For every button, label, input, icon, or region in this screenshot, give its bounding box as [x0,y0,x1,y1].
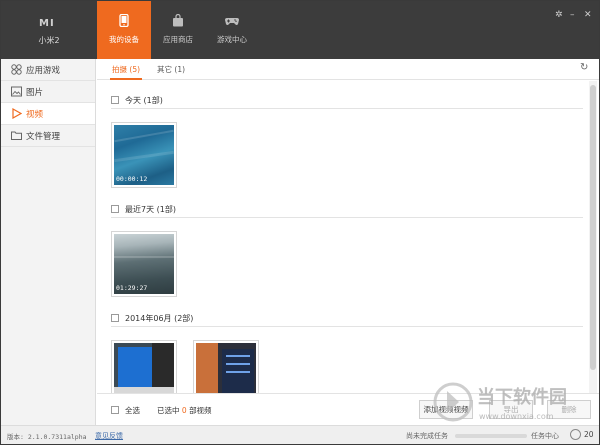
tab-label: 应用商店 [163,35,193,44]
tab-label: 我的设备 [109,35,139,44]
tab-count: (5) [129,65,141,74]
divider [1,146,95,147]
top-bar: MI 小米2 我的设备 应用商店 游戏中心 ✲ – ✕ [1,1,599,59]
selected-count-text: 已选中 0 部视频 [157,405,212,416]
divider [111,108,583,109]
group-checkbox[interactable] [111,96,119,104]
selected-count: 0 [181,406,187,415]
video-thumbnail[interactable] [193,340,259,393]
vertical-scrollbar[interactable] [589,81,597,393]
video-preview: 00:00:12 [114,125,174,185]
group-title: 2014年06月 (2部) [125,314,194,323]
content-panel: 拍摄 (5) 其它 (1) ↻ 今天 (1部) 00:00:12 最近7天 (1… [97,59,599,425]
tab-app-store[interactable]: 应用商店 [151,1,205,59]
active-tab-indicator [110,78,142,80]
tab-label: 拍摄 [112,65,127,74]
shopping-bag-icon [173,14,183,27]
clock-icon [570,429,581,440]
minimize-icon[interactable]: – [570,10,575,20]
close-icon[interactable]: ✕ [584,10,592,20]
select-all-label: 全选 [125,406,140,415]
gamepad-icon [225,18,239,25]
tab-captured[interactable]: 拍摄 (5) [112,64,140,75]
selected-prefix: 已选中 [157,406,180,415]
video-duration: 01:29:27 [116,284,148,292]
image-icon [11,86,22,97]
task-progress-bar [455,434,527,438]
folder-icon [11,131,22,140]
tab-my-devices[interactable]: 我的设备 [97,1,151,59]
sidebar-item-label: 应用游戏 [26,66,61,76]
sidebar-item-videos[interactable]: 视频 [1,103,95,124]
sidebar-item-apps-games[interactable]: 应用游戏 [1,59,95,80]
watermark-url: www.downxia.com [479,412,554,421]
divider [111,326,583,327]
selected-suffix: 部视频 [189,406,212,415]
video-preview: 01:29:27 [114,234,174,294]
sidebar-item-label: 文件管理 [26,132,61,142]
scrollbar-thumb[interactable] [590,85,596,370]
sidebar-item-label: 图片 [26,88,44,98]
watermark-text: 当下软件园 [477,386,567,408]
mi-logo: MI [39,18,55,29]
apps-icon [11,64,22,75]
version-text: 版本: 2.1.0.7311alpha [7,433,87,441]
video-preview [114,343,174,393]
watermark-logo: 当下软件园 www.downxia.com [433,382,567,422]
video-duration: 00:00:12 [116,175,148,183]
group-title: 最近7天 (1部) [125,205,176,214]
task-count[interactable]: 20 [570,428,596,442]
sidebar-item-file-manager[interactable]: 文件管理 [1,125,95,146]
video-thumbnail[interactable]: 01:29:27 [111,231,177,297]
settings-icon[interactable]: ✲ [555,10,563,20]
task-center-link[interactable]: 任务中心 [531,431,559,441]
tab-label: 游戏中心 [217,35,247,44]
feedback-link[interactable]: 意见反馈 [95,431,123,441]
sidebar-item-pictures[interactable]: 图片 [1,81,95,102]
group-title: 今天 (1部) [125,96,163,105]
task-count-number: 20 [584,430,594,439]
app-window: MI 小米2 我的设备 应用商店 游戏中心 ✲ – ✕ 应用游戏 图片 视频 文… [0,0,600,445]
phone-icon [119,14,129,27]
video-list: 今天 (1部) 00:00:12 最近7天 (1部) 01:29:27 2014… [97,81,587,393]
tab-game-center[interactable]: 游戏中心 [205,1,259,59]
refresh-icon[interactable]: ↻ [580,62,588,73]
device-name: 小米2 [38,36,60,45]
tab-label: 其它 [157,65,172,74]
sidebar-item-label: 视频 [26,110,44,120]
video-thumbnail[interactable] [111,340,177,393]
video-preview [196,343,256,393]
group-checkbox[interactable] [111,205,119,213]
pending-tasks-text: 尚未完成任务 [406,432,448,440]
tab-count: (1) [174,65,186,74]
video-thumbnail[interactable]: 00:00:12 [111,122,177,188]
select-all-checkbox[interactable] [111,406,119,414]
group-checkbox[interactable] [111,314,119,322]
tab-other[interactable]: 其它 (1) [157,64,185,75]
play-icon [12,108,22,119]
device-selector[interactable]: MI 小米2 [1,1,97,59]
content-tabs: 拍摄 (5) 其它 (1) ↻ [97,59,599,80]
sidebar: 应用游戏 图片 视频 文件管理 [1,59,96,425]
status-bar: 版本: 2.1.0.7311alpha 意见反馈 尚未完成任务 任务中心 20 [1,425,599,444]
divider [111,217,583,218]
